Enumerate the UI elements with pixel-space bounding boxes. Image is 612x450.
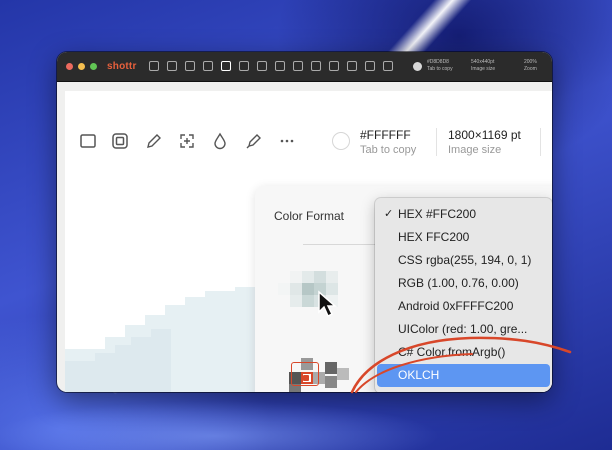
shottr-window: shottr #D8D8D8 Tab to copy 540x440pt Ima… <box>57 52 552 392</box>
menu-item-hex-hash[interactable]: ✓ HEX #FFC200 <box>375 203 552 226</box>
menu-item-android[interactable]: Android 0xFFFFC200 <box>375 295 552 318</box>
more-icon[interactable] <box>278 132 296 150</box>
title-bar[interactable]: shottr #D8D8D8 Tab to copy 540x440pt Ima… <box>57 52 552 82</box>
zoom-info: 200% Zoom <box>524 59 537 72</box>
hex-info: #D8D8D8 Tab to copy <box>427 59 453 72</box>
hex-value[interactable]: #FFFFFF <box>360 128 411 142</box>
text-icon[interactable] <box>257 61 267 71</box>
add-selection-icon[interactable] <box>347 61 357 71</box>
menu-item-hex[interactable]: HEX FFC200 <box>375 226 552 249</box>
image-size-label: Image size <box>448 144 502 156</box>
pencil-icon[interactable] <box>329 61 339 71</box>
checkmark-icon: ✓ <box>384 208 394 220</box>
pin-icon[interactable] <box>185 61 195 71</box>
zoomed-toolbar: #FFFFFF Tab to copy 1800×1169 pt Image s… <box>65 122 552 162</box>
menu-item-css-rgba[interactable]: CSS rgba(255, 194, 0, 1) <box>375 249 552 272</box>
picker-frame <box>291 362 319 386</box>
copy-icon[interactable] <box>149 61 159 71</box>
screenshot-icon[interactable] <box>311 61 321 71</box>
zoom-button[interactable] <box>90 63 97 70</box>
menu-item-csharp[interactable]: C# Color.fromArgb() <box>375 341 552 364</box>
menu-item-uicolor[interactable]: UIColor (red: 1.00, gre... <box>375 318 552 341</box>
hex-hint: Tab to copy <box>360 144 417 156</box>
marker-icon[interactable] <box>383 61 393 71</box>
screenshot-icon[interactable] <box>111 132 129 150</box>
color-swatch[interactable] <box>332 132 350 150</box>
image-size-value: 1800×1169 pt <box>448 128 521 142</box>
add-selection-icon[interactable] <box>178 132 196 150</box>
marker-icon[interactable] <box>245 132 263 150</box>
cursor-icon <box>318 290 337 318</box>
ocr-icon[interactable] <box>203 61 213 71</box>
cursor-icon[interactable] <box>221 61 231 71</box>
window-controls <box>66 63 97 70</box>
app-name: shottr <box>107 61 137 72</box>
magnified-area <box>289 358 349 392</box>
pencil-icon[interactable] <box>145 132 163 150</box>
drop-icon[interactable] <box>211 132 229 150</box>
color-swatch-small[interactable] <box>413 62 422 71</box>
drop-icon[interactable] <box>365 61 375 71</box>
divider <box>436 128 437 156</box>
color-format-label: Color Format <box>274 209 345 223</box>
divider <box>303 244 383 245</box>
divider <box>540 128 541 156</box>
crop-icon[interactable] <box>239 61 249 71</box>
rectangle-icon[interactable] <box>79 132 97 150</box>
rectangle-icon[interactable] <box>293 61 303 71</box>
minimize-button[interactable] <box>78 63 85 70</box>
mini-toolbar <box>149 61 393 71</box>
menu-item-oklch[interactable]: OKLCH <box>377 364 550 387</box>
color-format-dropdown: ✓ HEX #FFC200 HEX FFC200 CSS rgba(255, 1… <box>375 198 552 392</box>
menu-item-rgb[interactable]: RGB (1.00, 0.76, 0.00) <box>375 272 552 295</box>
size-info: 540x440pt Image size <box>471 59 496 72</box>
save-icon[interactable] <box>167 61 177 71</box>
ruler-icon[interactable] <box>275 61 285 71</box>
close-button[interactable] <box>66 63 73 70</box>
